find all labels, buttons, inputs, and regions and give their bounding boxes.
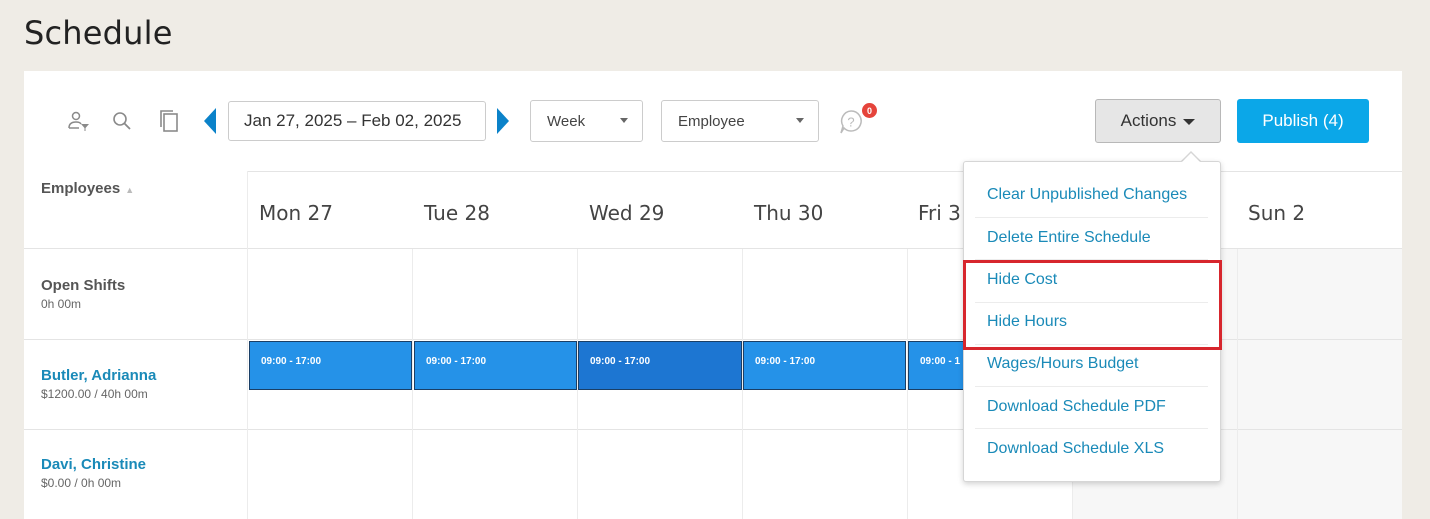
chevron-down-icon <box>620 118 628 123</box>
notification-badge: 0 <box>862 103 877 118</box>
shift-block[interactable]: 09:00 - 17:00 <box>414 341 577 390</box>
group-select[interactable]: Employee <box>661 100 819 142</box>
row-name-open-shifts: Open Shifts <box>41 277 126 294</box>
shift-block[interactable]: 09:00 - 17:00 <box>578 341 742 390</box>
caret-down-icon <box>1183 119 1196 125</box>
publish-button[interactable]: Publish (4) <box>1237 99 1369 143</box>
svg-text:?: ? <box>847 115 854 130</box>
menu-item-delete-schedule[interactable]: Delete Entire Schedule <box>987 229 1151 247</box>
row-hours: 0h 00m <box>41 297 82 311</box>
grid-divider <box>247 171 1402 172</box>
help-button[interactable]: ? 0 <box>838 103 877 135</box>
copy-icon[interactable] <box>158 110 180 132</box>
grid-divider <box>1237 249 1238 519</box>
menu-divider <box>975 217 1208 218</box>
shift-block[interactable]: 09:00 - 1 <box>908 341 968 390</box>
employee-link[interactable]: Butler, Adrianna <box>41 367 156 384</box>
menu-item-clear-unpublished[interactable]: Clear Unpublished Changes <box>987 186 1187 204</box>
menu-item-download-pdf[interactable]: Download Schedule PDF <box>987 398 1166 416</box>
person-filter-icon[interactable] <box>68 110 90 132</box>
page-title: Schedule <box>24 14 173 52</box>
view-select-value: Week <box>547 112 586 130</box>
menu-divider <box>975 386 1208 387</box>
actions-button-label: Actions <box>1120 111 1177 130</box>
group-select-value: Employee <box>678 112 745 130</box>
employees-column-header[interactable]: Employees ▲ <box>41 180 134 197</box>
search-icon[interactable] <box>111 110 133 132</box>
menu-divider <box>975 428 1208 429</box>
highlight-box <box>963 260 1222 350</box>
actions-button[interactable]: Actions <box>1095 99 1221 143</box>
menu-item-wages-budget[interactable]: Wages/Hours Budget <box>987 355 1138 373</box>
shift-block[interactable]: 09:00 - 17:00 <box>743 341 906 390</box>
date-range-picker[interactable]: Jan 27, 2025 – Feb 02, 2025 <box>228 101 486 141</box>
day-header: Wed 29 <box>589 201 665 225</box>
menu-item-download-xls[interactable]: Download Schedule XLS <box>987 440 1164 458</box>
employees-header-label: Employees <box>41 180 121 197</box>
grid-divider <box>247 171 248 519</box>
next-week-icon[interactable] <box>497 108 509 134</box>
prev-week-icon[interactable] <box>204 108 216 134</box>
day-header: Mon 27 <box>259 201 333 225</box>
employee-link[interactable]: Davi, Christine <box>41 456 146 473</box>
employee-cost-hours: $0.00 / 0h 00m <box>41 476 122 490</box>
view-select[interactable]: Week <box>530 100 643 142</box>
help-bubble-icon: ? <box>840 110 862 134</box>
day-header: Tue 28 <box>424 201 490 225</box>
chevron-down-icon <box>796 118 804 123</box>
employee-cost-hours: $1200.00 / 40h 00m <box>41 387 148 401</box>
day-header: Sun 2 <box>1248 201 1306 225</box>
day-header: Thu 30 <box>754 201 824 225</box>
grid-divider <box>412 249 413 519</box>
shift-block[interactable]: 09:00 - 17:00 <box>249 341 412 390</box>
sort-ascending-icon: ▲ <box>125 185 135 195</box>
menu-pointer <box>1181 153 1201 163</box>
